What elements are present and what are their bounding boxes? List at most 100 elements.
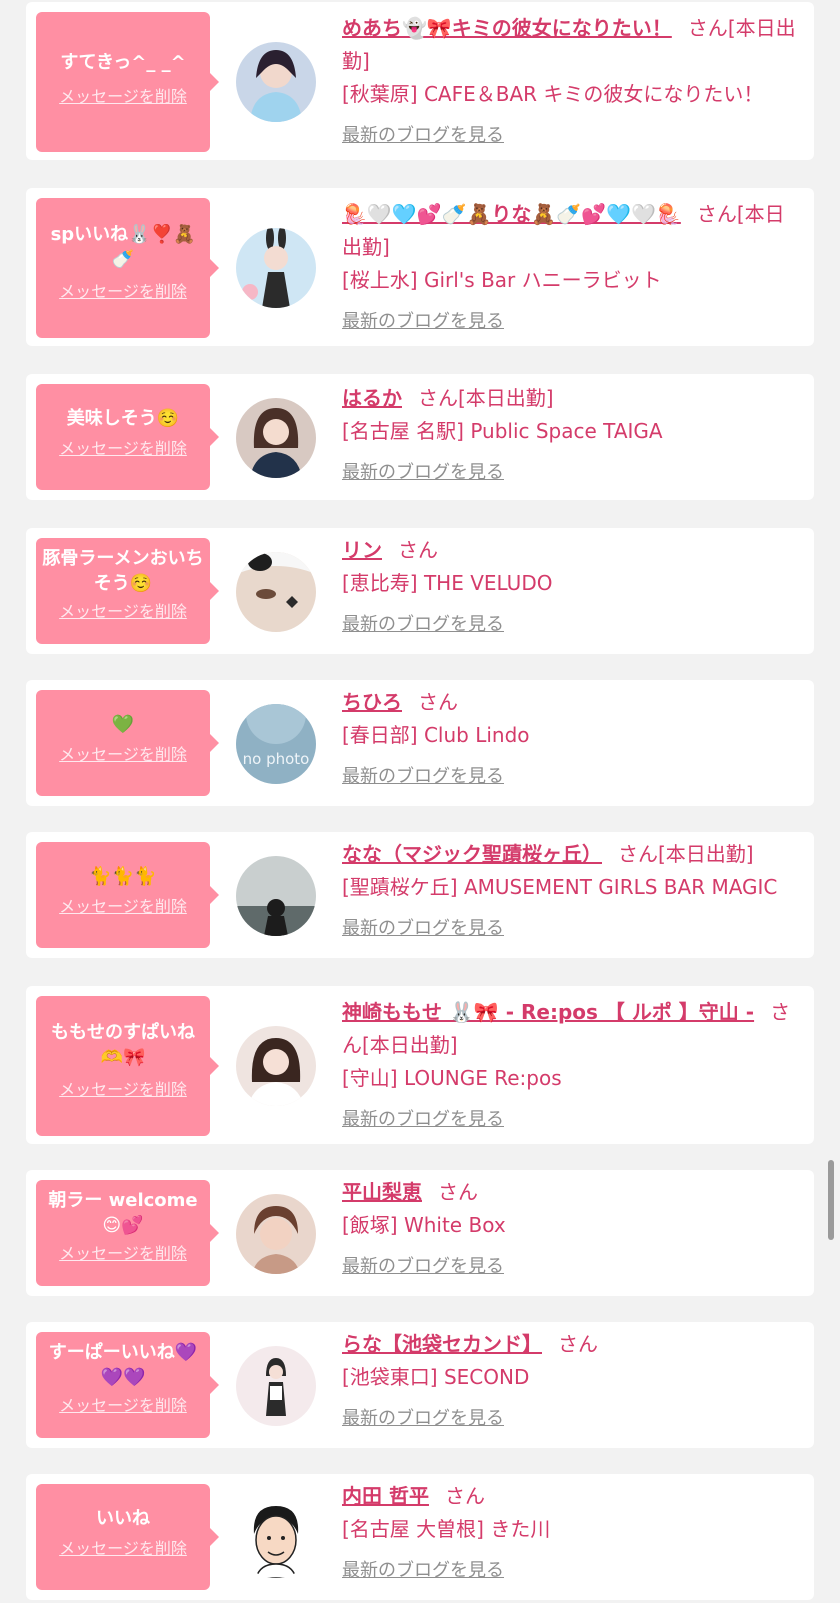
list-item: 朝ラー welcome😊💕 メッセージを削除 平山梨恵 さん [飯塚] White… [26,1170,814,1296]
on-duty-status: [本日出勤] [362,1033,458,1057]
no-photo-icon: no photo [236,704,316,784]
avatar[interactable] [236,552,316,632]
delete-message-link[interactable]: メッセージを削除 [59,897,187,917]
list-item: spいいね🐰❣️🧸🍼 メッセージを削除 🪼🤍🩵💕🍼🧸りな🧸🍼💕🩵🤍🪼 さん[本日出… [26,188,814,346]
shop-place: [秋葉原] CAFE＆BAR キミの彼女になりたい！ [342,82,764,106]
message-text: 朝ラー welcome😊💕 [48,1190,198,1236]
cast-name-link[interactable]: 平山梨恵 [342,1180,422,1204]
avatar[interactable] [236,1026,316,1106]
cast-name-link[interactable]: なな（マジック聖蹟桜ヶ丘） [342,842,602,866]
view-blog-link[interactable]: 最新のブログを見る [342,1554,504,1587]
list-item: いいね メッセージを削除 内田 哲平 さん [名古屋 大曽根] きた川 最新のブロ… [26,1474,814,1600]
message-text: 🐈🐈🐈 [89,866,157,887]
shop-place: [守山] LOUNGE Re:pos [342,1066,562,1090]
item-info: なな（マジック聖蹟桜ヶ丘） さん[本日出勤] [聖蹟桜ケ丘] AMUSEMENT … [342,838,800,945]
scrollbar-thumb[interactable] [828,1160,834,1240]
message-text: 💚 [111,714,135,735]
honorific: さん [398,538,438,562]
delete-message-link[interactable]: メッセージを削除 [59,745,187,765]
avatar[interactable] [236,398,316,478]
message-bubble: すーぱーいいね💜💜💜 メッセージを削除 [36,1332,219,1438]
on-duty-status: [本日出勤] [658,842,754,866]
avatar[interactable] [236,42,316,122]
view-blog-link[interactable]: 最新のブログを見る [342,456,504,489]
cast-name-link[interactable]: リン [342,538,382,562]
avatar-illustration-icon [236,1498,316,1578]
message-bubble: spいいね🐰❣️🧸🍼 メッセージを削除 [36,198,219,338]
honorific: さん [696,202,737,226]
avatar-photo-icon [236,552,316,632]
delete-message-link[interactable]: メッセージを削除 [59,1539,187,1559]
cast-name-link[interactable]: はるか [342,386,402,410]
view-blog-link[interactable]: 最新のブログを見る [342,1402,504,1435]
delete-message-link[interactable]: メッセージを削除 [59,282,187,302]
on-duty-status: [本日出勤] [458,386,554,410]
message-bubble: 💚 メッセージを削除 [36,690,219,796]
list-item: すーぱーいいね💜💜💜 メッセージを削除 らな【池袋セカンド】 さん [池袋東口] … [26,1322,814,1448]
message-bubble: 美味しそう☺️ メッセージを削除 [36,384,219,490]
view-blog-link[interactable]: 最新のブログを見る [342,119,504,152]
message-list: すてきっ^_ _^ メッセージを削除 めあち👻🎀キミの彼女になりたい！ さん[本日… [0,0,840,1603]
view-blog-link[interactable]: 最新のブログを見る [342,912,504,945]
shop-place: [春日部] Club Lindo [342,723,530,747]
item-info: 平山梨恵 さん [飯塚] White Box 最新のブログを見る [342,1176,800,1283]
item-info: 🪼🤍🩵💕🍼🧸りな🧸🍼💕🩵🤍🪼 さん[本日出勤] [桜上水] Girl's Bar … [342,198,800,338]
honorific: さん [618,842,658,866]
item-info: ちひろ さん [春日部] Club Lindo 最新のブログを見る [342,686,800,793]
item-info: 神崎ももせ 🐰🎀 - Re:pos 【 ルポ 】守山 - さん[本日出勤] [守山… [342,996,800,1136]
message-text: ももせのすぱいね🫶🎀 [51,1022,195,1068]
delete-message-link[interactable]: メッセージを削除 [59,87,187,107]
avatar-photo-icon [236,1026,316,1106]
message-bubble: ももせのすぱいね🫶🎀 メッセージを削除 [36,996,219,1136]
cast-name-link[interactable]: 🪼🤍🩵💕🍼🧸りな🧸🍼💕🩵🤍🪼 [342,202,681,226]
avatar-photo-icon [236,1346,316,1426]
view-blog-link[interactable]: 最新のブログを見る [342,1103,504,1136]
delete-message-link[interactable]: メッセージを削除 [59,1244,187,1264]
avatar-photo-icon [236,398,316,478]
cast-name-link[interactable]: 内田 哲平 [342,1484,429,1508]
shop-place: [名古屋 名駅] Public Space TAIGA [342,419,663,443]
shop-place: [聖蹟桜ケ丘] AMUSEMENT GIRLS BAR MAGIC [342,875,778,899]
message-bubble: 🐈🐈🐈 メッセージを削除 [36,842,219,948]
list-item: 🐈🐈🐈 メッセージを削除 なな（マジック聖蹟桜ヶ丘） さん[本日出勤] [聖蹟桜ケ… [26,832,814,958]
view-blog-link[interactable]: 最新のブログを見る [342,1250,504,1283]
item-info: リン さん [恵比寿] THE VELUDO 最新のブログを見る [342,534,800,641]
item-info: めあち👻🎀キミの彼女になりたい！ さん[本日出勤] [秋葉原] CAFE＆BAR … [342,12,800,152]
avatar[interactable] [236,1498,316,1578]
message-text: 美味しそう☺️ [66,408,180,429]
avatar-photo-icon [236,1194,316,1274]
delete-message-link[interactable]: メッセージを削除 [59,439,187,459]
view-blog-link[interactable]: 最新のブログを見る [342,305,504,338]
cast-name-link[interactable]: めあち👻🎀キミの彼女になりたい！ [342,16,672,40]
list-item: 豚骨ラーメンおいちそう☺️ メッセージを削除 リン さん [恵比寿] THE VE… [26,528,814,654]
item-info: はるか さん[本日出勤] [名古屋 名駅] Public Space TAIGA … [342,382,800,489]
delete-message-link[interactable]: メッセージを削除 [59,1396,187,1416]
avatar[interactable] [236,856,316,936]
honorific: さん [418,386,458,410]
avatar-photo-icon [236,42,316,122]
delete-message-link[interactable]: メッセージを削除 [59,602,187,622]
honorific: さん [444,1484,485,1508]
no-photo-text: no photo [243,750,310,768]
shop-place: [名古屋 大曽根] きた川 [342,1517,551,1541]
avatar[interactable] [236,1194,316,1274]
message-text: spいいね🐰❣️🧸🍼 [50,224,196,270]
message-text: すーぱーいいね💜💜💜 [48,1342,198,1388]
avatar-photo-icon [236,228,316,308]
shop-place: [飯塚] White Box [342,1213,506,1237]
message-bubble: 豚骨ラーメンおいちそう☺️ メッセージを削除 [36,538,219,644]
honorific: さん [558,1332,598,1356]
avatar[interactable]: no photo [236,704,316,784]
avatar[interactable] [236,1346,316,1426]
shop-place: [桜上水] Girl's Bar ハニーラビット [342,268,662,292]
view-blog-link[interactable]: 最新のブログを見る [342,760,504,793]
view-blog-link[interactable]: 最新のブログを見る [342,608,504,641]
avatar[interactable] [236,228,316,308]
cast-name-link[interactable]: 神崎ももせ 🐰🎀 - Re:pos 【 ルポ 】守山 - [342,1000,754,1024]
cast-name-link[interactable]: らな【池袋セカンド】 [342,1332,542,1356]
honorific: さん [418,690,458,714]
honorific: さん [687,16,728,40]
message-text: 豚骨ラーメンおいちそう☺️ [42,548,204,594]
cast-name-link[interactable]: ちひろ [342,690,402,714]
delete-message-link[interactable]: メッセージを削除 [59,1080,187,1100]
